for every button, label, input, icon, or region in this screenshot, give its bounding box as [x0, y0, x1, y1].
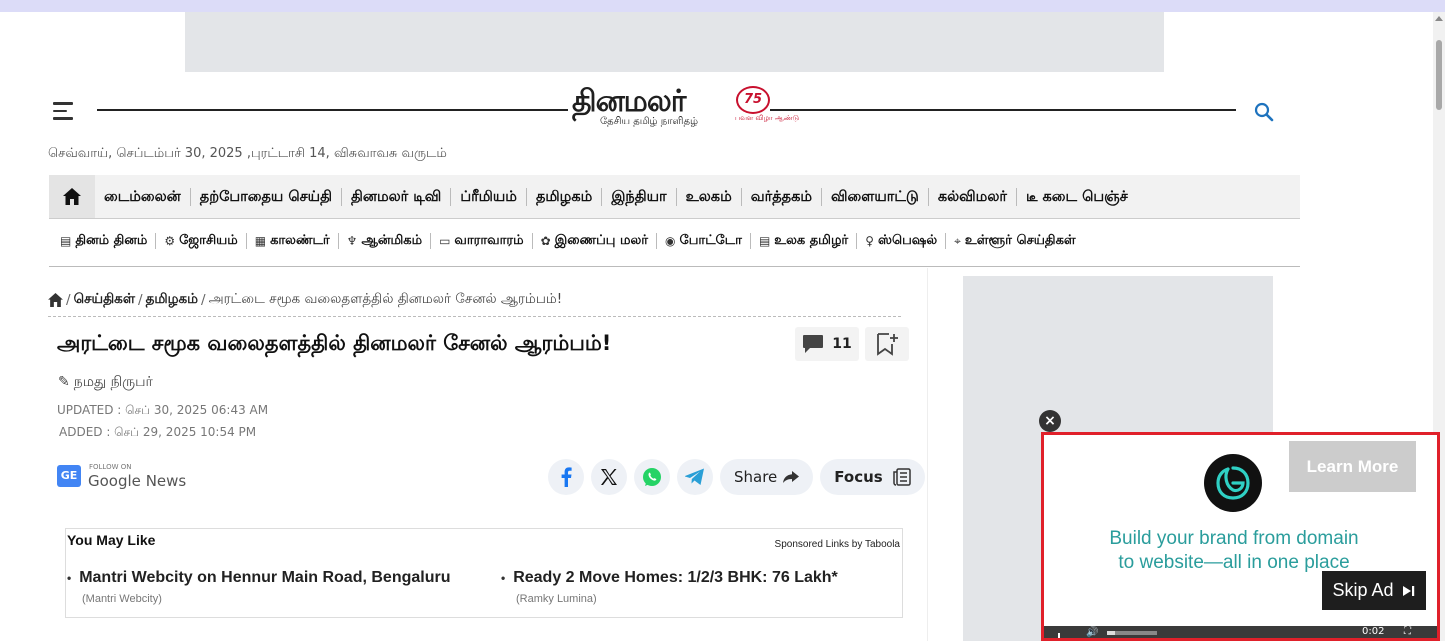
google-news-follow[interactable]: GE FOLLOW ON Google News — [57, 462, 187, 494]
close-ad-icon[interactable]: × — [1039, 410, 1061, 432]
nav-item-world[interactable]: உலகம் — [677, 187, 742, 206]
subnav-item-astrology[interactable]: ⚙ ஜோசியம் — [156, 233, 247, 249]
subnav-item-local-news[interactable]: ⌖ உள்ளூர் செய்திகள் — [946, 233, 1084, 249]
breadcrumb-news[interactable]: செய்திகள் — [74, 291, 135, 309]
menu-icon[interactable] — [53, 102, 73, 120]
subnav-item-weekly[interactable]: ▭ வாராவாரம் — [431, 233, 533, 249]
scroll-thumb[interactable] — [1436, 40, 1442, 110]
subnav-item-photo[interactable]: ◉ போட்டோ — [657, 233, 751, 249]
share-bar: Share Focus — [548, 459, 932, 495]
temple-icon: ♆ — [346, 234, 358, 248]
nav-item-sports[interactable]: விளையாட்டு — [822, 187, 929, 206]
nav-item-premium[interactable]: ப்ரீமியம் — [451, 187, 527, 206]
pause-icon[interactable] — [1058, 628, 1066, 638]
facebook-share-button[interactable] — [548, 459, 584, 495]
breadcrumb-tamilnadu[interactable]: தமிழகம் — [146, 291, 198, 309]
location-pin-icon: ⌖ — [954, 234, 961, 248]
search-icon[interactable] — [1254, 102, 1274, 122]
anniversary-badge: 75 — [736, 86, 770, 114]
google-news-icon: GE — [57, 465, 81, 487]
taboola-title: You May Like — [67, 532, 156, 548]
bookmark-add-icon — [877, 333, 898, 356]
article-headline: அரட்டை சமூக வலைதளத்தில் தினமலர் சேனல் ஆர… — [57, 331, 612, 355]
subnav-item-supplement[interactable]: ✿ இணைப்பு மலர் — [533, 233, 658, 249]
breadcrumb-divider — [48, 316, 901, 317]
nav-item-tea-shop-bench[interactable]: டீ கடை பெஞ்ச் — [1017, 188, 1137, 206]
whatsapp-icon — [643, 468, 661, 486]
calendar-icon: ▦ — [254, 234, 267, 248]
taboola-item[interactable]: Mantri Webcity on Hennur Main Road, Beng… — [67, 569, 450, 605]
astrology-icon: ⚙ — [164, 234, 176, 248]
x-share-button[interactable] — [591, 459, 627, 495]
main-nav: டைம்லைன் தற்போதைய செய்தி தினமலர் டிவி ப்… — [49, 175, 1300, 218]
news-icon: ▤ — [758, 234, 771, 248]
nav-item-business[interactable]: வர்த்தகம் — [742, 187, 823, 206]
top-ad-banner[interactable] — [185, 12, 1164, 72]
subnav-item-special[interactable]: ♀ ஸ்பெஷல் — [857, 233, 947, 249]
browser-top-strip — [0, 0, 1445, 12]
fullscreen-icon[interactable]: ⛶ — [1404, 626, 1411, 637]
reader-icon — [893, 468, 911, 486]
video-ad-player[interactable]: Learn More Build your brand from domain … — [1041, 432, 1440, 641]
updated-time: UPDATED : செப் 30, 2025 06:43 AM — [57, 403, 269, 417]
edit-icon: ✎ — [58, 374, 70, 390]
flower-icon: ✿ — [540, 234, 551, 248]
taboola-widget: You May Like Sponsored Links by Taboola … — [65, 528, 903, 618]
telegram-icon — [685, 468, 704, 485]
current-date: செவ்வாய், செப்டம்பர் 30, 2025 ,புரட்டாசி… — [48, 146, 447, 161]
facebook-icon — [561, 467, 572, 487]
nav-item-tamilnadu[interactable]: தமிழகம் — [527, 187, 603, 206]
special-icon: ♀ — [865, 234, 875, 248]
article-author: ✎ நமது நிருபர் — [58, 374, 153, 390]
breadcrumb-current: அரட்டை சமூக வலைதளத்தில் தினமலர் சேனல் ஆர… — [208, 291, 563, 307]
brand-logo-icon — [1204, 454, 1262, 512]
subnav-item-world-tamils[interactable]: ▤ உலக தமிழர் — [751, 233, 858, 249]
header-rule-right — [770, 109, 1236, 111]
nav-divider — [49, 218, 1300, 219]
newspaper-icon: ▤ — [60, 234, 72, 248]
comments-button[interactable]: 11 — [795, 327, 859, 361]
telegram-share-button[interactable] — [677, 459, 713, 495]
nav-item-india[interactable]: இந்தியா — [602, 187, 677, 206]
breadcrumb: / செய்திகள் / தமிழகம் / அரட்டை சமூக வலைத… — [48, 291, 562, 309]
logo-subtitle: தேசிய தமிழ் நாளிதழ் — [600, 116, 699, 127]
anniversary-badge-subtitle: பவள விழா ஆண்டு — [735, 114, 799, 122]
camera-icon: ◉ — [665, 234, 676, 248]
video-progress-bar[interactable] — [1107, 631, 1157, 635]
whatsapp-share-button[interactable] — [634, 459, 670, 495]
video-controls: 🔊 0:02 ⛶ — [1044, 626, 1437, 638]
video-time: 0:02 — [1362, 626, 1385, 637]
home-icon[interactable] — [49, 175, 95, 218]
ad-message: Build your brand from domain to website—… — [1109, 528, 1359, 573]
focus-mode-button[interactable]: Focus — [820, 459, 925, 495]
subnav-item-daily[interactable]: ▤ தினம் தினம் — [56, 233, 157, 249]
secondary-nav: ▤ தினம் தினம் ⚙ ஜோசியம் ▦ காலண்டர் ♆ ஆன்மிகம… — [56, 229, 1084, 253]
nav-item-dinamalar-tv[interactable]: தினமலர் டிவி — [342, 187, 452, 206]
home-icon[interactable] — [48, 293, 63, 307]
subnav-divider — [49, 266, 1300, 267]
skip-ad-button[interactable]: Skip Ad — [1322, 571, 1426, 610]
share-arrow-icon — [783, 471, 800, 483]
bookmark-button[interactable] — [865, 327, 909, 361]
volume-icon[interactable]: 🔊 — [1086, 627, 1098, 638]
comment-count: 11 — [832, 336, 852, 352]
subnav-item-spiritual[interactable]: ♆ ஆன்மிகம் — [339, 233, 432, 249]
skip-next-icon — [1402, 585, 1414, 596]
share-button[interactable]: Share — [720, 459, 814, 495]
folder-icon: ▭ — [439, 234, 451, 248]
learn-more-button[interactable]: Learn More — [1289, 441, 1416, 492]
x-icon — [601, 469, 617, 485]
nav-item-latest-news[interactable]: தற்போதைய செய்தி — [191, 187, 342, 206]
taboola-sponsor-link[interactable]: Sponsored Links by Taboola — [775, 539, 900, 550]
site-logo[interactable]: தினமலர் தேசிய தமிழ் நாளிதழ் 75 பவள விழா … — [570, 84, 799, 130]
comment-icon — [803, 335, 824, 353]
column-divider — [927, 268, 928, 641]
nav-item-education[interactable]: கல்விமலர் — [929, 187, 1017, 206]
subnav-item-calendar[interactable]: ▦ காலண்டர் — [247, 233, 339, 249]
nav-item-timeline[interactable]: டைம்லைன் — [95, 187, 191, 206]
taboola-item[interactable]: Ready 2 Move Homes: 1/2/3 BHK: 76 Lakh* … — [501, 569, 838, 605]
header-rule-left — [97, 109, 568, 111]
added-time: ADDED : செப் 29, 2025 10:54 PM — [59, 425, 257, 439]
scroll-up-icon[interactable] — [1435, 16, 1443, 21]
